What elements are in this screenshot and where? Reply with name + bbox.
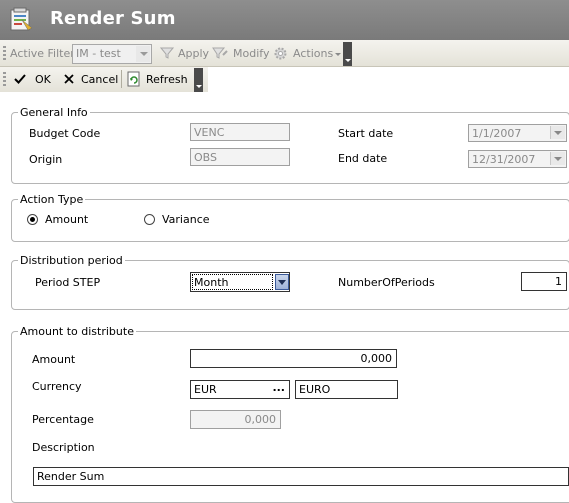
start-date-value: 1/1/2007 xyxy=(472,127,522,140)
description-label: Description xyxy=(32,441,95,454)
apply-label: Apply xyxy=(178,47,210,60)
active-filter-select[interactable]: IM - test xyxy=(72,44,152,64)
chevron-down-icon[interactable] xyxy=(550,126,565,139)
amount-label: Amount xyxy=(32,353,76,366)
action-type-legend: Action Type xyxy=(18,193,86,206)
amount-to-distribute-legend: Amount to distribute xyxy=(18,325,136,338)
refresh-document-icon xyxy=(127,71,140,87)
currency-code-value: EUR xyxy=(194,383,217,396)
budget-code-value: VENC xyxy=(194,126,225,139)
end-date-value: 12/31/2007 xyxy=(472,153,536,166)
percentage-value: 0,000 xyxy=(244,413,277,426)
active-filter-value: IM - test xyxy=(76,47,121,60)
radio-selected-icon xyxy=(27,214,38,225)
window-title: Render Sum xyxy=(50,8,176,29)
amount-value: 0,000 xyxy=(360,352,393,365)
budget-code-label: Budget Code xyxy=(29,127,101,140)
funnel-icon xyxy=(160,47,174,59)
toolbar-separator xyxy=(121,70,122,88)
gear-icon xyxy=(274,47,287,60)
chevron-down-icon[interactable] xyxy=(275,274,289,290)
distribution-period-legend: Distribution period xyxy=(18,254,125,267)
description-value: Render Sum xyxy=(37,470,105,483)
chevron-down-icon[interactable] xyxy=(550,152,565,165)
currency-code-field[interactable]: EUR ... xyxy=(190,380,290,399)
toolbar-grip-icon[interactable] xyxy=(3,72,6,86)
end-date-label: End date xyxy=(338,152,388,165)
origin-field[interactable]: OBS xyxy=(190,148,290,166)
currency-name-field[interactable]: EURO xyxy=(295,380,398,399)
variance-radio[interactable]: Variance xyxy=(144,212,224,227)
toolbar-grip-icon[interactable] xyxy=(3,46,6,60)
refresh-button[interactable]: Refresh xyxy=(126,70,192,88)
funnel-edit-icon xyxy=(212,47,228,59)
toolbar-overflow-button[interactable] xyxy=(194,68,203,92)
chevron-down-icon xyxy=(335,53,341,56)
general-info-group xyxy=(11,112,569,184)
number-of-periods-label: NumberOfPeriods xyxy=(338,276,435,289)
actions-label: Actions xyxy=(293,47,334,60)
number-of-periods-field[interactable]: 1 xyxy=(521,272,567,291)
amount-radio-label: Amount xyxy=(45,213,89,226)
ellipsis-lookup-button[interactable]: ... xyxy=(272,381,285,394)
budget-code-field[interactable]: VENC xyxy=(190,123,290,141)
currency-label: Currency xyxy=(32,380,82,393)
focus-rect: Month xyxy=(192,274,273,290)
variance-radio-label: Variance xyxy=(162,213,210,226)
chevron-down-icon[interactable] xyxy=(136,46,150,62)
toolbar-overflow-button[interactable] xyxy=(343,42,352,66)
active-filter-label: Active Filter xyxy=(10,47,75,60)
radio-unselected-icon xyxy=(144,214,155,225)
actions-dropdown-button[interactable]: Actions xyxy=(273,45,341,63)
start-date-picker[interactable]: 1/1/2007 xyxy=(468,124,567,142)
origin-label: Origin xyxy=(29,153,63,166)
close-icon xyxy=(64,74,74,84)
cancel-button[interactable]: Cancel xyxy=(62,70,118,88)
description-field[interactable]: Render Sum xyxy=(33,467,569,486)
general-info-legend: General Info xyxy=(18,106,90,119)
modify-label: Modify xyxy=(233,47,270,60)
start-date-label: Start date xyxy=(338,127,394,140)
refresh-label: Refresh xyxy=(146,73,188,86)
check-icon xyxy=(14,74,26,84)
apply-button[interactable]: Apply xyxy=(160,45,209,63)
currency-name-value: EURO xyxy=(299,383,331,396)
percentage-field[interactable]: 0,000 xyxy=(190,410,281,429)
amount-field[interactable]: 0,000 xyxy=(190,349,397,368)
ok-label: OK xyxy=(35,73,51,86)
render-sum-app-icon xyxy=(8,6,34,32)
cancel-label: Cancel xyxy=(81,73,119,86)
ok-button[interactable]: OK xyxy=(12,70,52,88)
period-step-select[interactable]: Month xyxy=(190,272,290,292)
end-date-picker[interactable]: 12/31/2007 xyxy=(468,150,567,168)
period-step-value: Month xyxy=(194,276,229,289)
number-of-periods-value: 1 xyxy=(555,275,562,288)
percentage-label: Percentage xyxy=(32,413,94,426)
origin-value: OBS xyxy=(194,151,217,164)
period-step-label: Period STEP xyxy=(35,276,101,289)
amount-radio[interactable]: Amount xyxy=(27,212,97,227)
modify-button[interactable]: Modify xyxy=(212,45,270,63)
